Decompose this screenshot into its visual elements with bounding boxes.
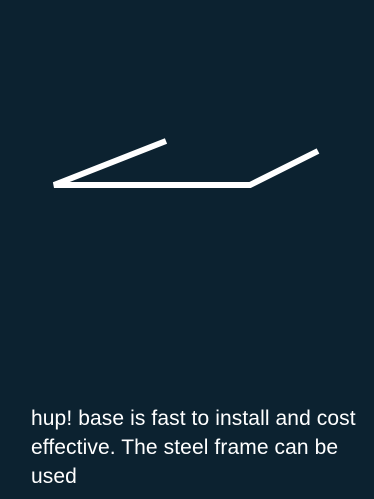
- product-description: hup! base is fast to install and cost ef…: [31, 407, 356, 488]
- hero-section: hup! base is fast to install and cost ef…: [0, 0, 374, 499]
